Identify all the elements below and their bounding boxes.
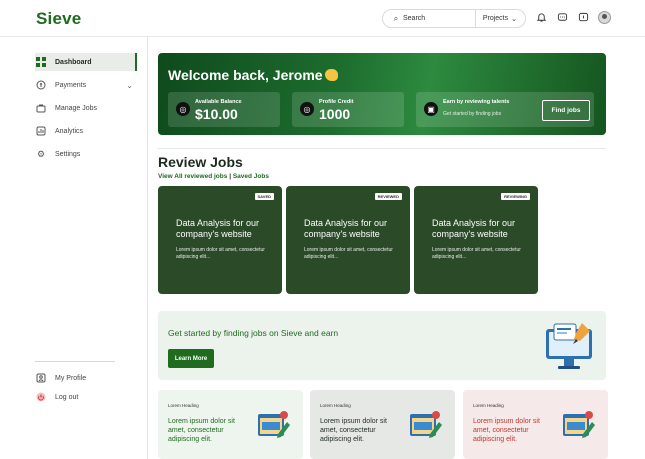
saved-jobs-link[interactable]: Saved Jobs bbox=[233, 173, 269, 180]
learn-more-button[interactable]: Learn More bbox=[168, 349, 214, 368]
card-text: Lorem ipsum dolor sit amet, consectetur … bbox=[320, 418, 387, 443]
earn-subtitle: Get started by finding jobs bbox=[443, 111, 502, 117]
card-heading: Lorem Heading bbox=[320, 403, 351, 408]
credit-icon: ◎ bbox=[300, 102, 314, 116]
find-jobs-button[interactable]: Find jobs bbox=[542, 100, 590, 121]
blog-illustration-icon bbox=[562, 410, 596, 445]
sidebar-item-payments[interactable]: Payments ⌄ bbox=[35, 76, 137, 94]
avatar[interactable] bbox=[598, 11, 611, 24]
chat-icon[interactable] bbox=[556, 11, 569, 24]
blog-illustration-icon bbox=[257, 410, 291, 445]
waving-hand-icon bbox=[324, 69, 338, 81]
sidebar-item-label: Manage Jobs bbox=[55, 104, 98, 112]
welcome-banner: Welcome back, Jerome ◎ Available Balance… bbox=[158, 53, 606, 135]
credit-value: 1000 bbox=[319, 106, 351, 122]
credit-label: Profile Credit bbox=[319, 99, 354, 105]
briefcase-icon bbox=[35, 102, 47, 114]
promo-text: Get started by finding jobs on Sieve and… bbox=[168, 328, 339, 338]
sidebar-item-label: My Profile bbox=[55, 374, 87, 382]
job-card[interactable]: REVIEWING Data Analysis for our company'… bbox=[414, 186, 538, 294]
review-jobs-title: Review Jobs bbox=[158, 154, 243, 170]
sidebar-item-label: Analytics bbox=[55, 127, 84, 135]
card-heading: Lorem Heading bbox=[168, 403, 199, 408]
chevron-down-icon: ⌄ bbox=[511, 15, 517, 23]
sidebar-divider bbox=[35, 361, 115, 362]
search-input[interactable]: Search bbox=[403, 15, 475, 22]
search-icon: ⌕ bbox=[393, 13, 399, 23]
balance-label: Available Balance bbox=[195, 99, 242, 105]
info-card[interactable]: Lorem Heading Lorem ipsum dolor sit amet… bbox=[158, 390, 303, 459]
job-title: Data Analysis for our company's website bbox=[432, 218, 516, 239]
sidebar-item-label: Log out bbox=[55, 393, 79, 401]
sidebar-item-my-profile[interactable]: My Profile bbox=[35, 369, 137, 387]
view-all-reviewed-link[interactable]: View All reviewed jobs bbox=[158, 173, 227, 180]
job-description: Lorem ipsum dolor sit amet, consectetur … bbox=[176, 247, 265, 260]
grid-icon bbox=[35, 56, 47, 68]
balance-value: $10.00 bbox=[195, 106, 238, 122]
search-bar[interactable]: ⌕ Search Projects ⌄ bbox=[382, 9, 526, 28]
chevron-down-icon[interactable]: ⌄ bbox=[126, 81, 133, 90]
credit-card: ◎ Profile Credit 1000 bbox=[292, 92, 404, 127]
link-separator: | bbox=[229, 173, 232, 180]
projects-dropdown[interactable]: Projects ⌄ bbox=[474, 10, 525, 27]
sidebar-item-log-out[interactable]: Log out bbox=[35, 388, 137, 406]
projects-label: Projects bbox=[482, 15, 509, 22]
bell-icon[interactable] bbox=[535, 11, 548, 24]
blog-illustration-icon bbox=[409, 410, 443, 445]
info-card[interactable]: Lorem Heading Lorem ipsum dolor sit amet… bbox=[463, 390, 608, 459]
job-description: Lorem ipsum dolor sit amet, consectetur … bbox=[304, 247, 393, 260]
sidebar-item-label: Dashboard bbox=[55, 58, 92, 66]
sidebar-item-settings[interactable]: ⚙ Settings bbox=[35, 145, 137, 163]
status-badge: REVIEWING bbox=[501, 193, 530, 200]
status-badge: REVIEWED bbox=[374, 193, 402, 200]
sidebar-item-label: Payments bbox=[55, 81, 87, 89]
info-card[interactable]: Lorem Heading Lorem ipsum dolor sit amet… bbox=[310, 390, 455, 459]
wallet-icon: ◎ bbox=[176, 102, 190, 116]
profile-icon bbox=[35, 372, 47, 384]
promo-banner: Get started by finding jobs on Sieve and… bbox=[158, 311, 606, 380]
job-card[interactable]: SAVED Data Analysis for our company's we… bbox=[158, 186, 282, 294]
top-header: Sieve ⌕ Search Projects ⌄ bbox=[0, 0, 645, 37]
briefcase-icon: ▣ bbox=[424, 102, 438, 116]
balance-card: ◎ Available Balance $10.00 bbox=[168, 92, 280, 127]
job-description: Lorem ipsum dolor sit amet, consectetur … bbox=[432, 247, 521, 260]
card-heading: Lorem Heading bbox=[473, 403, 504, 408]
earn-title: Earn by reviewing talents bbox=[443, 99, 510, 105]
welcome-text: Welcome back, Jerome bbox=[168, 67, 323, 83]
card-text: Lorem ipsum dolor sit amet, consectetur … bbox=[168, 418, 235, 443]
job-title: Data Analysis for our company's website bbox=[176, 218, 260, 239]
gear-icon: ⚙ bbox=[36, 148, 46, 159]
section-divider bbox=[158, 148, 606, 149]
logo[interactable]: Sieve bbox=[36, 9, 81, 29]
status-badge: SAVED bbox=[254, 193, 274, 200]
logout-icon bbox=[35, 391, 47, 403]
sidebar-item-label: Settings bbox=[55, 150, 81, 158]
analytics-icon bbox=[35, 125, 47, 137]
message-icon[interactable] bbox=[577, 11, 590, 24]
sidebar-item-analytics[interactable]: Analytics bbox=[35, 122, 137, 140]
welcome-heading: Welcome back, Jerome bbox=[168, 67, 338, 83]
sidebar: Dashboard Payments ⌄ Manage Jobs Analyti… bbox=[0, 37, 148, 459]
sidebar-item-manage-jobs[interactable]: Manage Jobs bbox=[35, 99, 137, 117]
wallet-icon bbox=[35, 79, 47, 91]
job-title: Data Analysis for our company's website bbox=[304, 218, 388, 239]
review-links: View All reviewed jobs | Saved Jobs bbox=[158, 173, 269, 180]
sidebar-item-dashboard[interactable]: Dashboard bbox=[35, 53, 137, 71]
job-card[interactable]: REVIEWED Data Analysis for our company's… bbox=[286, 186, 410, 294]
card-text: Lorem ipsum dolor sit amet, consectetur … bbox=[473, 418, 540, 443]
monitor-illustration-icon bbox=[544, 321, 596, 376]
